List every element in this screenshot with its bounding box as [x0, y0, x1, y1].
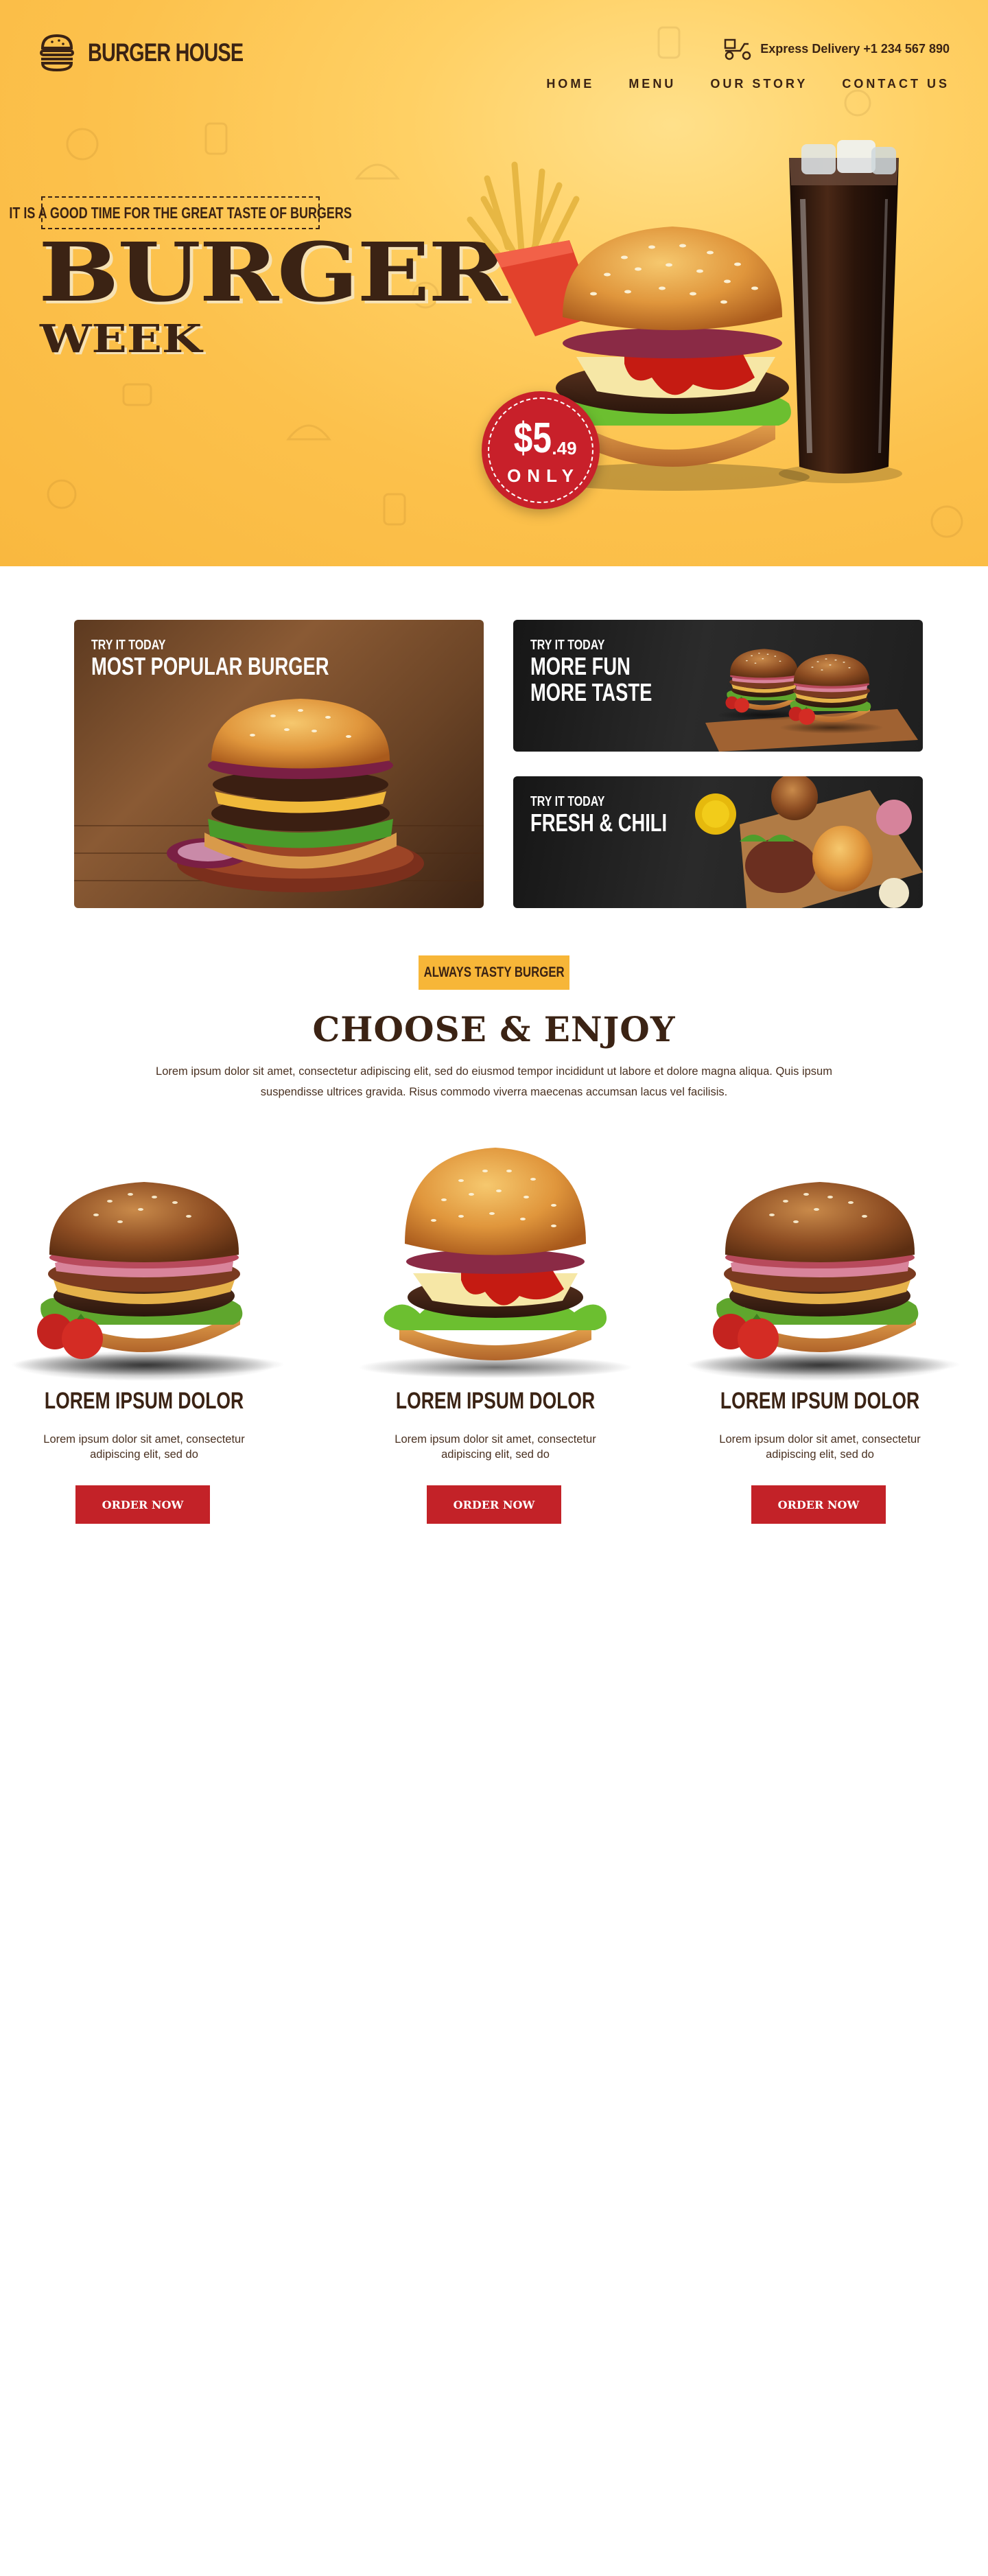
promo-kicker: TRY IT TODAY: [91, 638, 166, 653]
promo-kicker: TRY IT TODAY: [530, 794, 605, 809]
order-now-button[interactable]: ORDER NOW: [75, 1485, 210, 1524]
product-burger-image: [686, 1182, 961, 1381]
nav-contact-us[interactable]: CONTACT US: [842, 77, 950, 91]
product-name: LOREM IPSUM DOLOR: [720, 1388, 920, 1414]
product-card: LOREM IPSUM DOLOR Lorem ipsum dolor sit …: [351, 1126, 639, 1524]
section-tag: ALWAYS TASTY BURGER: [419, 955, 569, 990]
product-name: LOREM IPSUM DOLOR: [395, 1388, 596, 1414]
section-title: CHOOSE & ENJOY: [312, 1009, 676, 1049]
product-name: LOREM IPSUM DOLOR: [44, 1388, 244, 1414]
brand-name: BURGER HOUSE: [88, 38, 244, 67]
product-card: LOREM IPSUM DOLOR Lorem ipsum dolor sit …: [0, 1126, 288, 1524]
price-cents: .49: [552, 438, 577, 459]
delivery-scooter-icon: [725, 38, 751, 60]
nav-home[interactable]: HOME: [546, 77, 594, 91]
brand-logo[interactable]: BURGER HOUSE: [38, 33, 287, 73]
product-description: Lorem ipsum dolor sit amet, consectetur …: [43, 1433, 245, 1461]
product-card: LOREM IPSUM DOLOR Lorem ipsum dolor sit …: [676, 1126, 964, 1524]
price-badge: $5 .49 ONLY: [482, 391, 600, 509]
order-now-button[interactable]: ORDER NOW: [751, 1485, 886, 1524]
promo-title: FRESH & CHILI: [530, 809, 668, 837]
price-note: ONLY: [507, 465, 580, 486]
nav-our-story[interactable]: OUR STORY: [710, 77, 808, 91]
hero-section: BURGER HOUSE Express Delivery +1 234 567…: [0, 0, 988, 566]
promo-card-more-fun[interactable]: TRY IT TODAY MORE FUN MORE TASTE: [513, 620, 923, 752]
product-burger-image: [10, 1182, 285, 1381]
nav-menu[interactable]: MENU: [628, 77, 676, 91]
main-nav: HOME MENU OUR STORY CONTACT US: [546, 77, 950, 91]
product-description: Lorem ipsum dolor sit amet, consectetur …: [719, 1433, 921, 1461]
delivery-phone: Express Delivery +1 234 567 890: [760, 41, 950, 56]
order-now-button[interactable]: ORDER NOW: [427, 1485, 561, 1524]
cola-glass-image: [779, 140, 902, 483]
hero-title: BURGER: [38, 224, 508, 320]
price-main: $5: [514, 414, 552, 462]
promo-title: MOST POPULAR BURGER: [91, 652, 329, 680]
hero-subtitle: WEEK: [40, 316, 202, 362]
burger-icon: [40, 34, 74, 72]
delivery-info[interactable]: Express Delivery +1 234 567 890: [723, 37, 950, 60]
promo-title: MORE FUN MORE TASTE: [530, 652, 652, 706]
product-description: Lorem ipsum dolor sit amet, consectetur …: [395, 1433, 596, 1461]
section-description: Lorem ipsum dolor sit amet, consectetur …: [156, 1065, 832, 1098]
hero-tagline: IT IS A GOOD TIME FOR THE GREAT TASTE OF…: [9, 203, 352, 222]
promo-kicker: TRY IT TODAY: [530, 638, 605, 653]
section-tag-label: ALWAYS TASTY BURGER: [423, 964, 565, 980]
product-burger-image: [358, 1148, 633, 1378]
promo-card-most-popular[interactable]: TRY IT TODAY MOST POPULAR BURGER: [74, 620, 484, 908]
promo-card-fresh-chili[interactable]: TRY IT TODAY FRESH & CHILI: [513, 776, 923, 908]
